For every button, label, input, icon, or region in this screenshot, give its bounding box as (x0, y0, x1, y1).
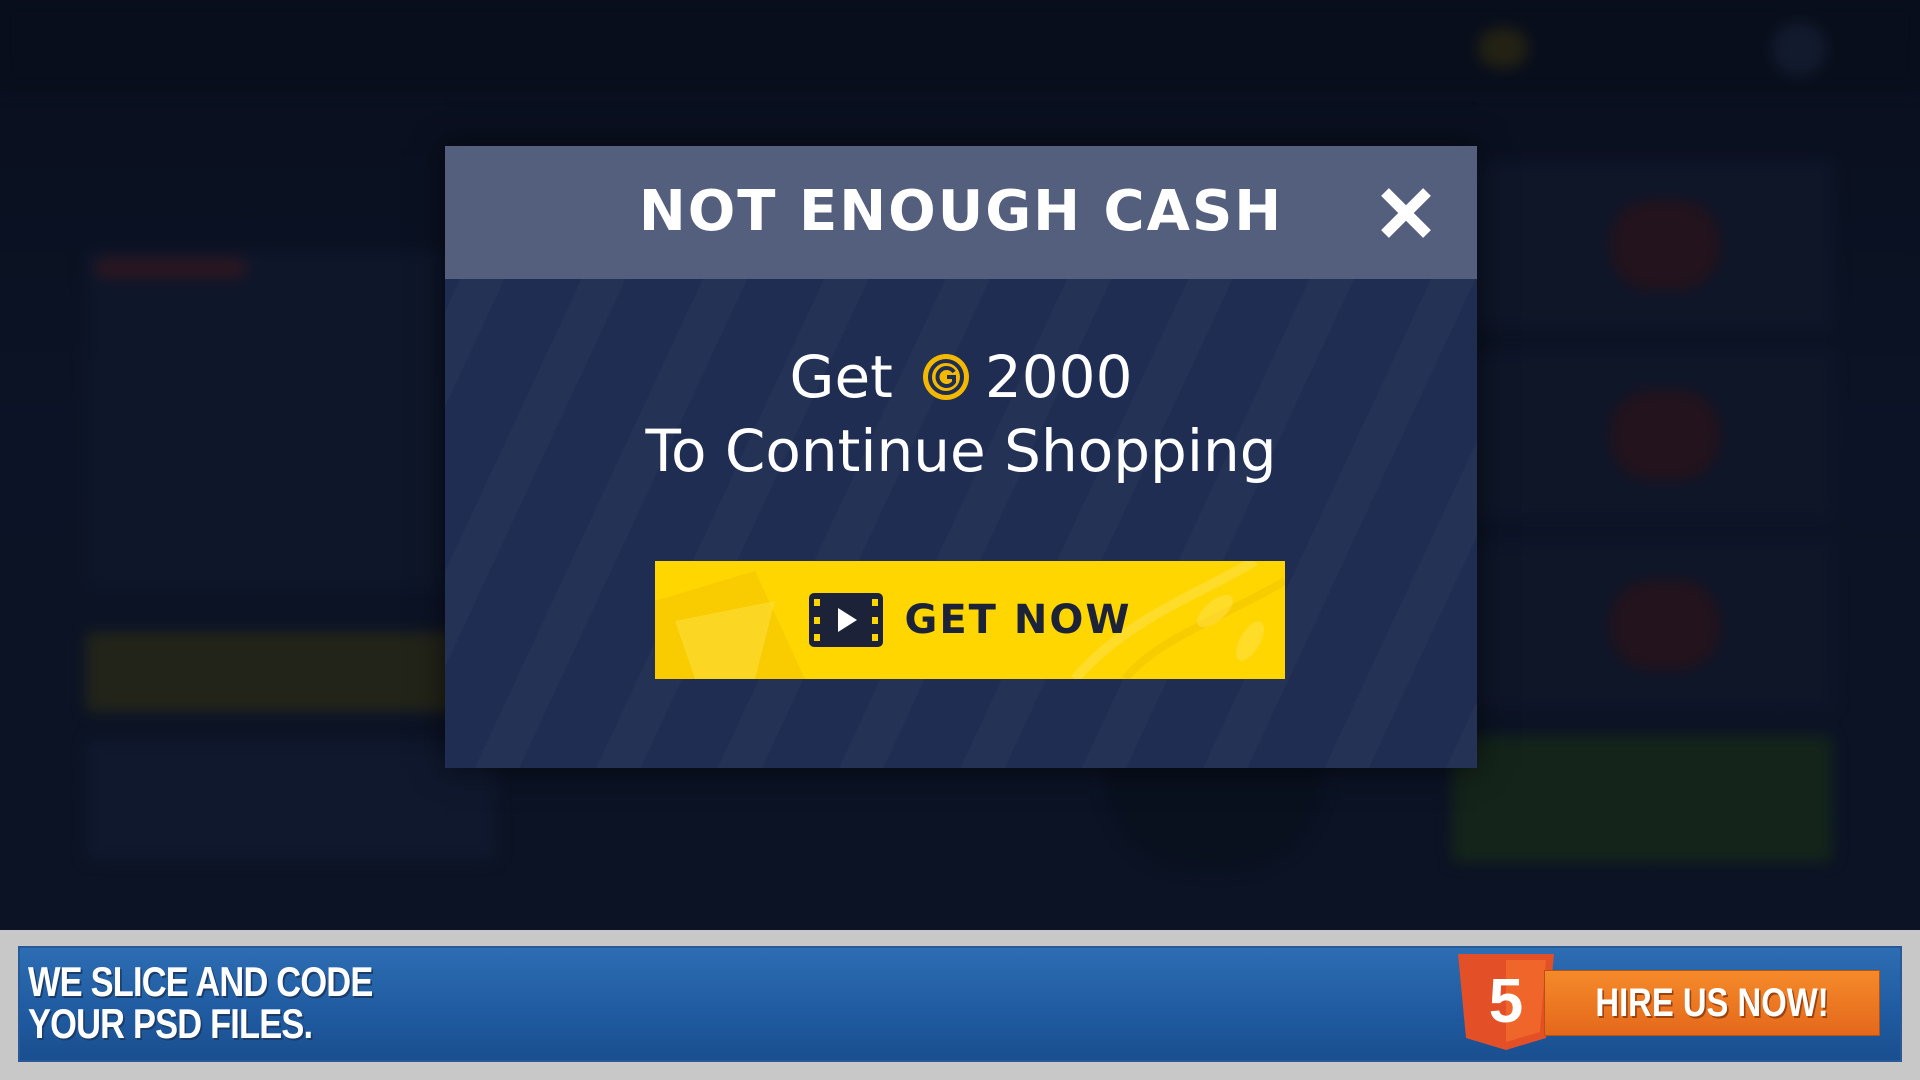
close-button[interactable] (1375, 182, 1437, 244)
ad-banner-frame: WE SLICE AND CODE YOUR PSD FILES. 5 HIRE… (0, 930, 1920, 1080)
offer-prefix: Get (789, 343, 893, 411)
hire-us-button[interactable]: HIRE US NOW! (1544, 970, 1880, 1036)
video-film-icon (808, 593, 883, 647)
modal-header: NOT ENOUGH CASH (445, 146, 1477, 279)
ad-text-line2: YOUR PSD FILES. (28, 1000, 313, 1047)
coin-icon (922, 354, 969, 400)
html5-badge-text: 5 (1489, 967, 1523, 1036)
offer-subtitle: To Continue Shopping (645, 417, 1277, 485)
ad-text-line1: WE SLICE AND CODE (28, 958, 373, 1005)
offer-amount: 2000 (984, 343, 1133, 411)
not-enough-cash-dialog: NOT ENOUGH CASH Get 2000 To Continue Sho… (445, 146, 1477, 768)
modal-title: NOT ENOUGH CASH (638, 179, 1284, 244)
get-now-button[interactable]: GET NOW (655, 561, 1285, 679)
hire-us-label: HIRE US NOW! (1595, 981, 1829, 1025)
offer-line: Get 2000 (445, 342, 1477, 412)
ad-banner[interactable]: WE SLICE AND CODE YOUR PSD FILES. 5 HIRE… (18, 946, 1902, 1062)
close-icon (1381, 188, 1431, 238)
button-content: GET NOW (655, 561, 1285, 679)
html5-logo-icon: 5 (1458, 954, 1554, 1050)
get-now-label: GET NOW (904, 597, 1132, 643)
